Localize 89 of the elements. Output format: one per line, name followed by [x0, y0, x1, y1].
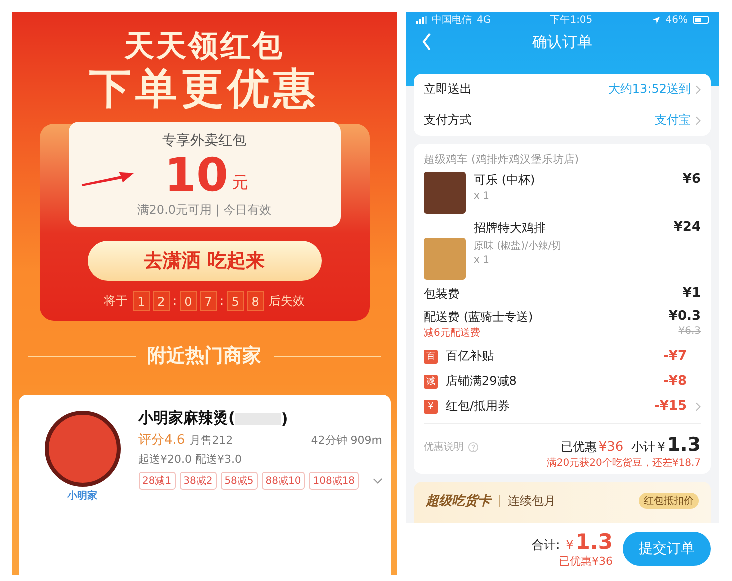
banner-subtitle: 下单更优惠	[90, 64, 320, 114]
original-price: ¥6.3	[678, 326, 701, 339]
food-photo-placeholder	[424, 172, 466, 214]
logo-text: 小明家	[68, 489, 98, 503]
fee-price: ¥0.3	[668, 309, 701, 326]
discount-amount: -¥8	[664, 374, 687, 389]
countdown-digit: 0	[180, 291, 197, 311]
countdown-digit: 8	[247, 291, 264, 311]
discount-label: 红包/抵用券	[446, 398, 512, 415]
coupon-label: 专享外卖红包	[162, 132, 246, 150]
discount-badge: 百	[424, 350, 438, 364]
fee-label: 包装费	[424, 286, 460, 303]
back-icon[interactable]	[422, 33, 432, 51]
store-rating: 评分4.6	[138, 432, 186, 449]
item-price: ¥6	[682, 172, 701, 189]
fee-label: 配送费 (蓝骑士专送)	[424, 309, 534, 326]
price-tag: 红包抵扣价	[639, 493, 699, 509]
delivery-eta: 42分钟 909m	[311, 433, 382, 448]
page-title: 确认订单	[532, 32, 592, 52]
coupon-unit: 元	[232, 173, 248, 194]
expand-chevron-icon[interactable]	[372, 478, 382, 484]
coupon-amount: 10	[164, 150, 228, 200]
subtotal-label: 小计	[632, 439, 656, 456]
countdown-digit: 1	[132, 291, 150, 311]
food-photo-placeholder	[424, 238, 466, 280]
saved-label: 已优惠	[560, 439, 597, 456]
delivery-row[interactable]: 立即送出 大约13:52送到	[424, 74, 701, 105]
discount-amount: -¥7	[664, 349, 687, 364]
item-options: 原味 (椒盐)/小辣/切	[474, 239, 666, 253]
countdown-digit: 2	[152, 291, 170, 311]
store-name-end: )	[281, 410, 288, 428]
fee-discount-note: 减6元配送费	[424, 326, 480, 340]
countdown-digit: 5	[227, 291, 244, 311]
countdown-suffix: 后失效	[269, 292, 306, 310]
countdown-separator: :	[220, 294, 224, 308]
section-title: 附近热门商家	[148, 344, 262, 369]
subtotal-amount: 1.3	[667, 434, 701, 456]
item-name: 招牌特大鸡排	[474, 220, 547, 237]
chevron-icon	[695, 84, 701, 94]
discount-tag: 88减10	[262, 472, 306, 490]
row-value: 大约13:52送到	[608, 81, 691, 98]
help-icon[interactable]	[468, 442, 479, 452]
discount-tag: 28减1	[138, 472, 176, 490]
row-label: 支付方式	[424, 112, 472, 129]
fee-price: ¥1	[682, 286, 701, 303]
reward-note: 满20元获20个吃货豆，还差¥18.7	[546, 456, 701, 470]
status-time: 下午1:05	[550, 14, 593, 27]
total-label: 合计:	[532, 536, 560, 554]
saved-amount: ¥36	[598, 440, 624, 455]
subtotal-currency: ¥	[658, 440, 666, 454]
discount-tag: 38减2	[180, 472, 217, 490]
discount-tag: 58减5	[220, 472, 258, 490]
coupon-terms: 满20.0元可用 | 今日有效	[137, 202, 272, 219]
carrier-name: 中国电信	[432, 14, 472, 27]
banner-title: 天天领红包	[124, 30, 284, 64]
total-saved: 已优惠¥36	[559, 554, 613, 568]
row-label: 立即送出	[424, 81, 472, 98]
location-icon	[652, 16, 661, 24]
discount-badge: ¥	[424, 400, 438, 414]
signal-icon	[416, 16, 427, 24]
discount-tag: 108减18	[309, 472, 360, 490]
chevron-icon	[695, 116, 701, 126]
monthly-sales: 月售212	[190, 433, 234, 448]
claim-button[interactable]: 去潇洒 吃起来	[88, 241, 322, 281]
discount-badge: 减	[424, 374, 438, 388]
discount-label: 店铺满29减8	[446, 373, 518, 390]
discount-amount: -¥15	[654, 399, 687, 414]
item-quantity: x 1	[474, 255, 490, 266]
total-amount: 1.3	[576, 530, 613, 554]
chevron-icon[interactable]	[695, 402, 701, 412]
battery-icon	[692, 16, 709, 24]
item-price: ¥24	[674, 220, 701, 237]
store-name: 小明家麻辣烫(	[138, 409, 236, 428]
total-currency: ¥	[566, 538, 574, 552]
network-type: 4G	[477, 14, 492, 26]
countdown-prefix: 将于	[104, 292, 128, 310]
discount-info-label: 优惠说明	[424, 440, 464, 454]
discount-label: 百亿补贴	[446, 348, 495, 365]
countdown-digit: 7	[200, 291, 217, 311]
row-value: 支付宝	[655, 112, 691, 129]
store-fees: 起送¥20.0 配送¥3.0	[138, 452, 243, 467]
store-name: 超级鸡车 (鸡排炸鸡汉堡乐坊店)	[424, 152, 580, 167]
battery-level: 46%	[666, 14, 688, 26]
countdown-separator: :	[172, 294, 177, 308]
membership-plan: 连续包月	[508, 492, 556, 510]
item-name: 可乐 (中杯)	[474, 172, 536, 189]
delivery-row[interactable]: 支付方式 支付宝	[424, 105, 701, 136]
item-quantity: x 1	[474, 191, 490, 202]
membership-brand: 超级吃货卡	[426, 493, 491, 510]
